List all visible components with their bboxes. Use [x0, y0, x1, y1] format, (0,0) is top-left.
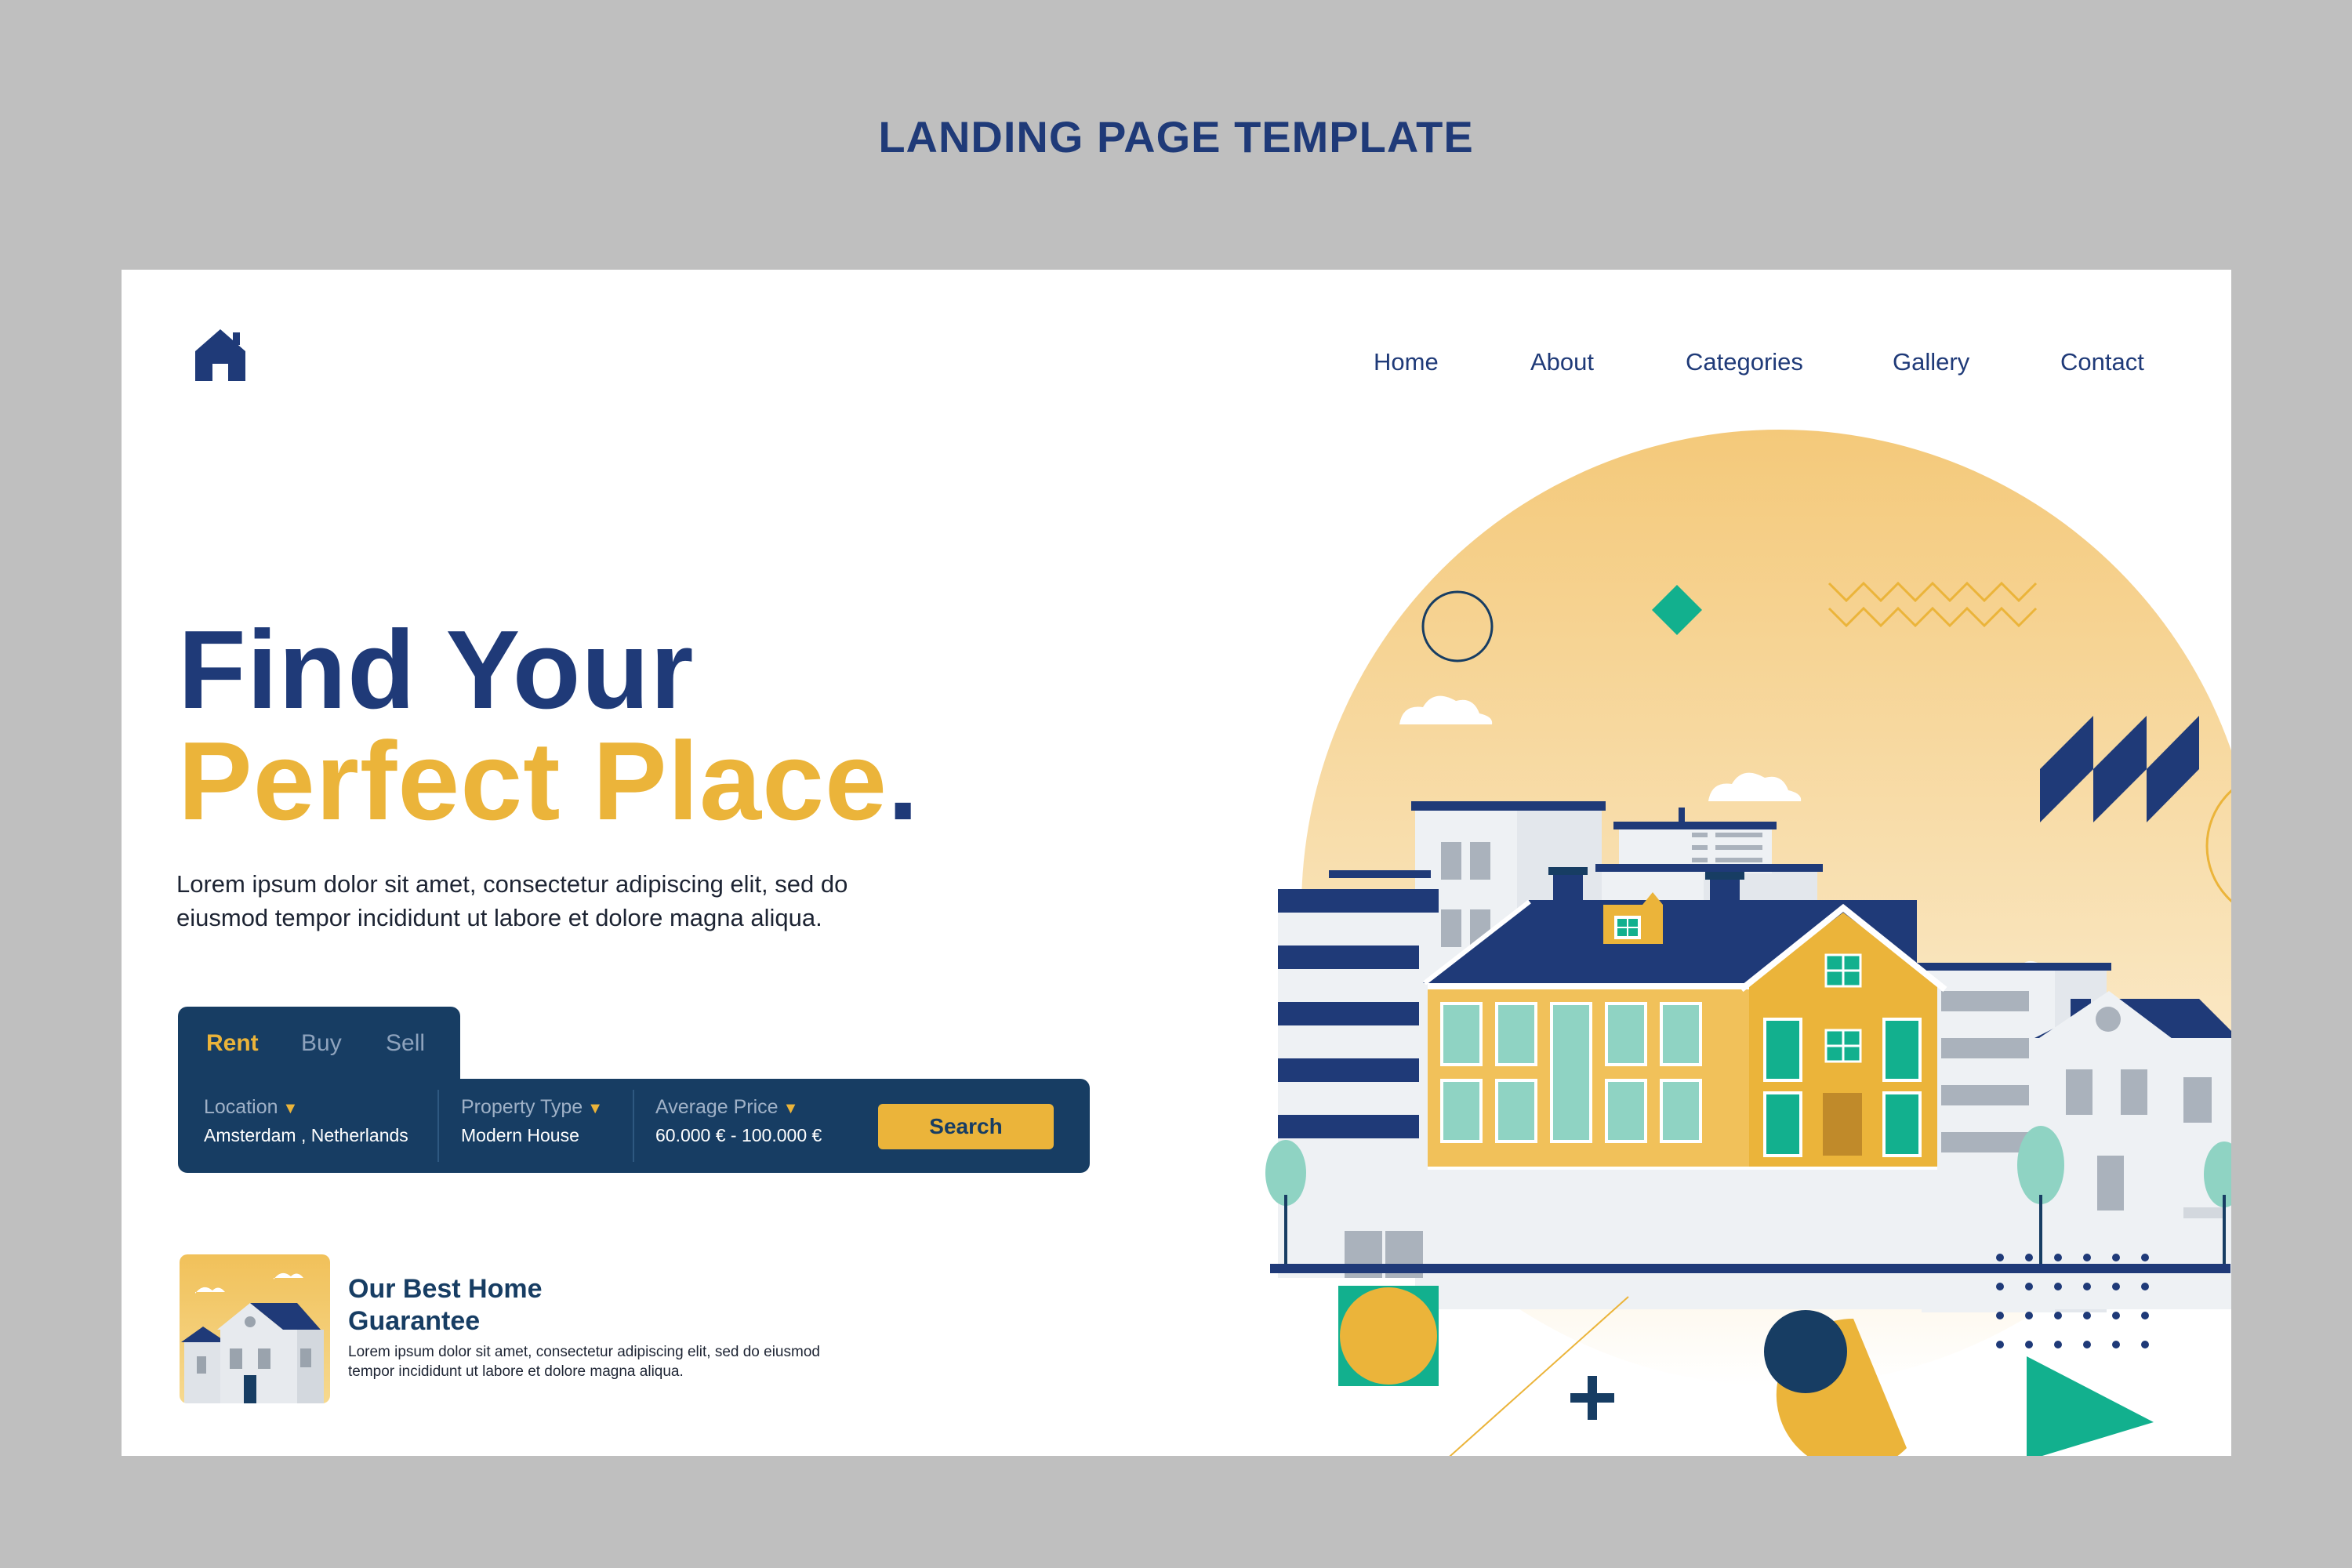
nav-home[interactable]: Home	[1374, 348, 1439, 376]
average-price-value: 60.000 € - 100.000 €	[655, 1125, 822, 1145]
field-divider	[633, 1090, 634, 1162]
location-label: Location	[204, 1096, 278, 1118]
search-bar: Location ▼ Amsterdam , Netherlands Proper…	[178, 1079, 1090, 1173]
guarantee-title: Our Best Home Guarantee	[348, 1274, 543, 1336]
average-price-select[interactable]: Average Price ▼ 60.000 € - 100.000 €	[655, 1096, 822, 1146]
location-select[interactable]: Location ▼ Amsterdam , Netherlands	[204, 1096, 408, 1146]
plus-icon	[1570, 1376, 1614, 1420]
field-divider	[437, 1090, 439, 1162]
hero-heading-highlight: Perfect Place	[178, 719, 888, 844]
tab-sell[interactable]: Sell	[386, 1030, 425, 1057]
main-nav: Home About Categories Gallery Contact	[122, 348, 2231, 387]
hero-description: Lorem ipsum dolor sit amet, consectetur …	[176, 870, 848, 931]
hero-heading-line2: Perfect Place.	[178, 726, 919, 837]
average-price-label: Average Price	[655, 1096, 779, 1118]
teal-triangle-shape	[2027, 1356, 2154, 1456]
property-type-value: Modern House	[461, 1125, 579, 1145]
property-type-label: Property Type	[461, 1096, 583, 1118]
nav-contact[interactable]: Contact	[2060, 348, 2144, 376]
landing-page-card: Home About Categories Gallery Contact Fi…	[122, 270, 2231, 1456]
navy-circle-shape	[1764, 1310, 1847, 1393]
tab-rent[interactable]: Rent	[206, 1030, 259, 1057]
guarantee-house-thumbnail	[180, 1254, 330, 1403]
template-title: LANDING PAGE TEMPLATE	[878, 112, 1474, 162]
chevron-down-icon: ▼	[282, 1100, 299, 1117]
city-buildings-illustration	[1265, 430, 2231, 1456]
nav-about[interactable]: About	[1530, 348, 1594, 376]
search-button[interactable]: Search	[878, 1104, 1054, 1149]
hero-heading-period: .	[887, 719, 920, 844]
chevron-down-icon: ▼	[782, 1100, 799, 1117]
hero-heading-line1: Find Your	[178, 608, 695, 732]
nav-gallery[interactable]: Gallery	[1893, 348, 1969, 376]
location-value: Amsterdam , Netherlands	[204, 1125, 408, 1145]
tab-buy[interactable]: Buy	[301, 1030, 342, 1057]
property-type-select[interactable]: Property Type ▼ Modern House	[461, 1096, 603, 1146]
nav-categories[interactable]: Categories	[1686, 348, 1803, 376]
guarantee-description: Lorem ipsum dolor sit amet, consectetur …	[348, 1344, 820, 1380]
chevron-down-icon: ▼	[587, 1100, 603, 1117]
